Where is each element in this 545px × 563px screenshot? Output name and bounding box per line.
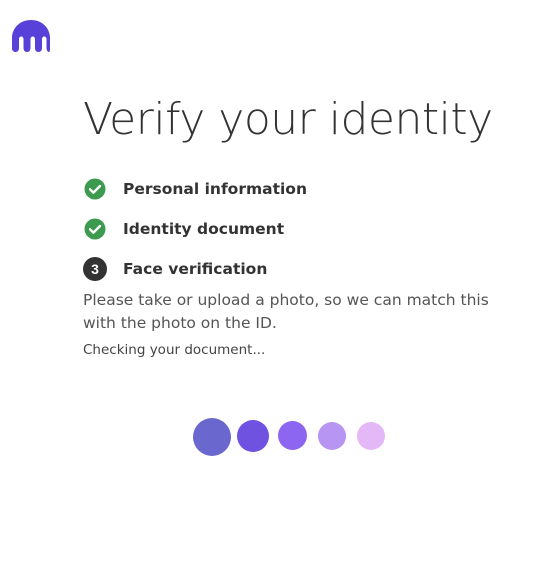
step-number-badge: 3 [83, 257, 107, 281]
status-text: Checking your document... [83, 342, 266, 358]
step-identity-document: Identity document [83, 217, 307, 241]
step-list: Personal information Identity document 3… [83, 177, 307, 297]
step-face-verification: 3 Face verification [83, 257, 307, 281]
loading-dot [193, 418, 231, 456]
step-description: Please take or upload a photo, so we can… [83, 291, 489, 332]
kraken-logo-icon[interactable] [11, 19, 51, 52]
loading-dot [237, 420, 269, 452]
check-circle-icon [83, 217, 107, 241]
loading-dot [318, 422, 346, 450]
loading-dot [357, 422, 385, 450]
step-label: Face verification [123, 260, 268, 278]
check-circle-icon [83, 177, 107, 201]
verification-page: Verify your identity Personal informatio… [0, 0, 545, 563]
page-title: Verify your identity [83, 94, 493, 145]
step-personal-information: Personal information [83, 177, 307, 201]
loading-dot [278, 421, 307, 450]
step-label: Identity document [123, 220, 285, 238]
step-label: Personal information [123, 180, 307, 198]
